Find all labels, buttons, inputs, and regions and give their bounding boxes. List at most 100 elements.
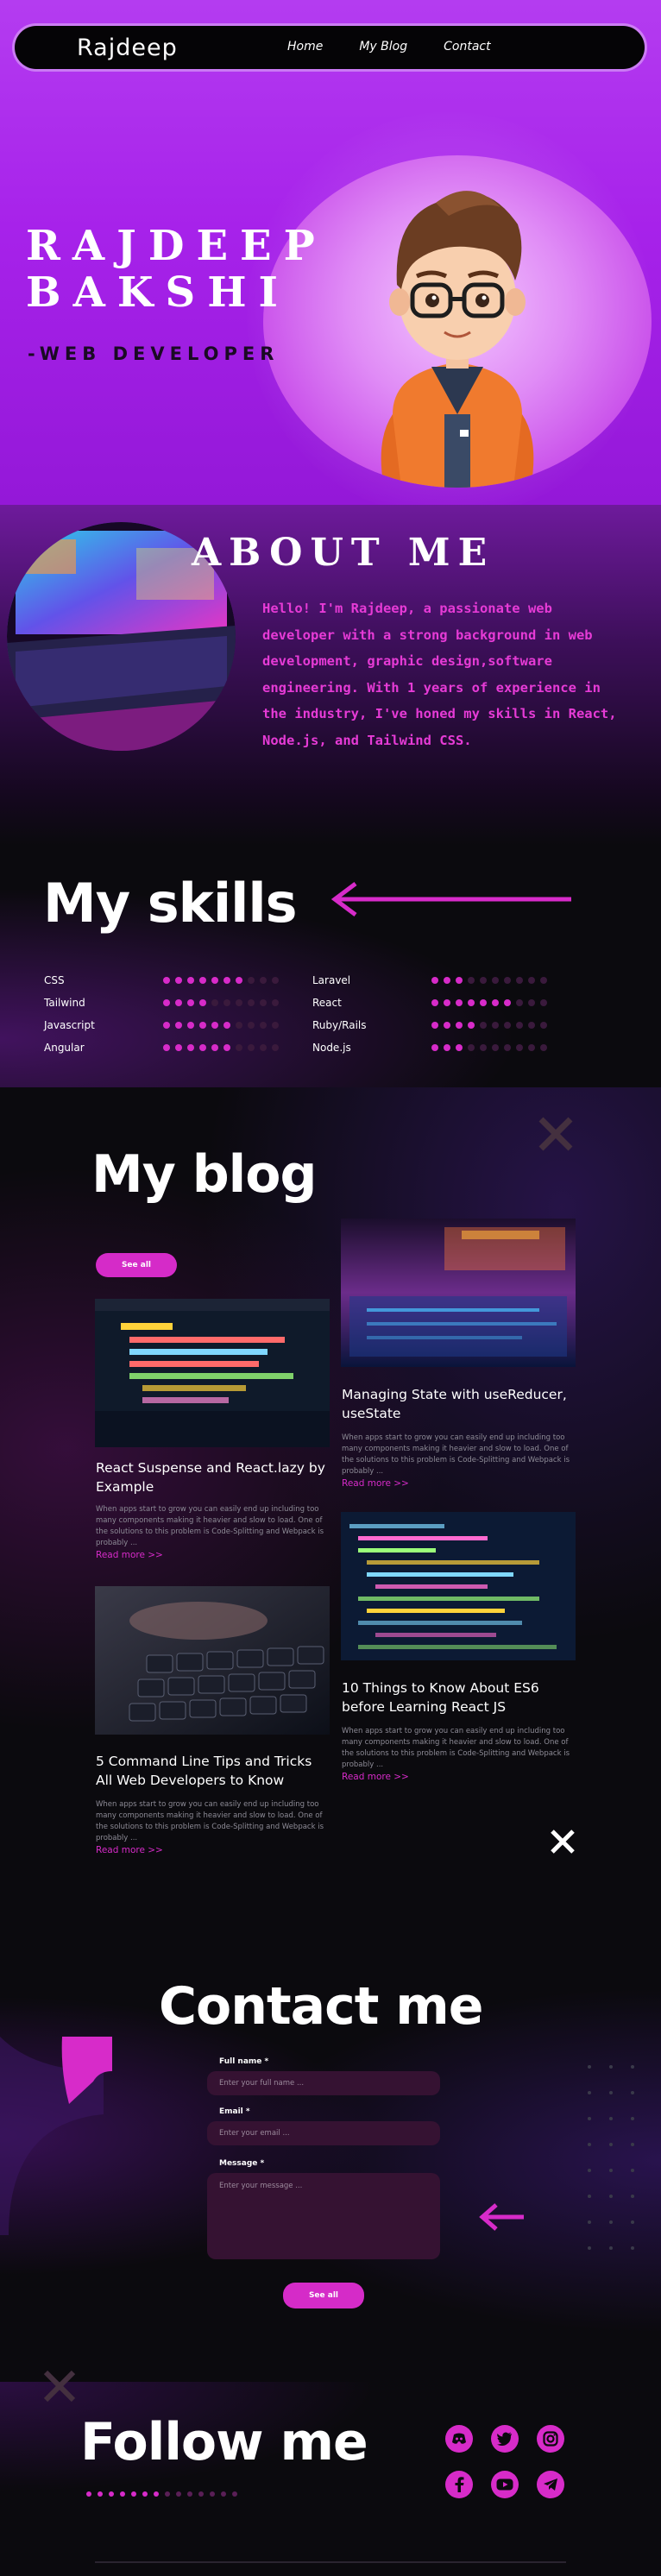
skill-dot	[444, 999, 450, 1006]
skill-dot	[223, 977, 230, 984]
skill-dot	[504, 1022, 511, 1029]
skill-dot	[468, 977, 475, 984]
read-more-link-managing-state[interactable]: Read more >>	[342, 1478, 409, 1489]
skill-level-dots	[163, 1044, 279, 1051]
skill-dot	[211, 1044, 218, 1051]
post-title-react-suspense[interactable]: React Suspense and React.lazy by Example	[96, 1458, 330, 1496]
nav-link-home[interactable]: Home	[287, 40, 323, 54]
skill-label: Ruby/Rails	[312, 1019, 367, 1031]
skill-dot	[456, 1044, 463, 1051]
close-icon-white	[551, 1830, 575, 1854]
discord-icon[interactable]	[445, 2425, 473, 2453]
read-more-link-es6[interactable]: Read more >>	[342, 1772, 409, 1782]
post-image-command-line[interactable]	[95, 1586, 330, 1735]
skill-dot	[260, 977, 267, 984]
dot-grid-pattern	[588, 2065, 634, 2250]
skill-level-dots	[163, 1022, 279, 1029]
skill-row: Ruby/Rails	[312, 1018, 547, 1032]
skill-row: Javascript	[44, 1018, 279, 1032]
skill-dot	[468, 999, 475, 1006]
decorative-arc-shape	[0, 2037, 112, 2235]
skill-dot	[272, 999, 279, 1006]
skill-dot	[199, 1022, 206, 1029]
skill-level-dots	[431, 1044, 547, 1051]
skill-dot	[248, 999, 255, 1006]
post-image-managing-state[interactable]	[341, 1219, 576, 1367]
facebook-icon[interactable]	[445, 2471, 473, 2498]
brand-logo[interactable]: Rajdeep	[77, 35, 178, 61]
youtube-icon[interactable]	[491, 2471, 519, 2498]
skill-dot	[187, 1022, 194, 1029]
twitter-icon[interactable]	[491, 2425, 519, 2453]
nav-link-contact[interactable]: Contact	[444, 40, 490, 54]
skill-dot	[260, 999, 267, 1006]
skill-dot	[480, 1022, 487, 1029]
skill-dot	[444, 977, 450, 984]
see-all-button[interactable]: See all	[96, 1253, 177, 1277]
submit-button[interactable]: See all	[283, 2283, 364, 2308]
skill-dot	[468, 1044, 475, 1051]
post-excerpt-react-suspense: When apps start to grow you can easily e…	[96, 1505, 324, 1547]
skill-dot	[187, 999, 194, 1006]
skill-label: React	[312, 997, 342, 1009]
skill-dot	[236, 977, 242, 984]
skill-row: CSS	[44, 973, 279, 987]
skill-dot	[431, 1044, 438, 1051]
arrow-left-icon	[479, 2203, 524, 2231]
skill-row: React	[312, 996, 547, 1010]
skill-dot	[540, 1022, 547, 1029]
post-image-es6[interactable]	[341, 1512, 576, 1660]
skill-dot	[492, 977, 499, 984]
footer-divider	[95, 2561, 566, 2563]
email-input[interactable]	[207, 2121, 440, 2145]
post-title-managing-state[interactable]: Managing State with useReducer, useState	[342, 1385, 576, 1423]
skill-dot	[504, 999, 511, 1006]
read-more-link-command-line[interactable]: Read more >>	[96, 1845, 163, 1855]
message-input[interactable]	[207, 2173, 440, 2259]
skill-dot	[540, 977, 547, 984]
skill-dot	[236, 1044, 242, 1051]
skill-level-dots	[431, 1022, 547, 1029]
skill-dot	[248, 1044, 255, 1051]
hero-role: -WEB DEVELOPER	[28, 343, 280, 364]
instagram-icon[interactable]	[537, 2425, 564, 2453]
post-image-react-suspense[interactable]	[95, 1299, 330, 1447]
skill-dot	[236, 1022, 242, 1029]
navbar: Rajdeep Home My Blog Contact	[15, 26, 645, 69]
nav-link-my-blog[interactable]: My Blog	[359, 40, 407, 54]
skill-dot	[456, 999, 463, 1006]
skill-dot	[480, 977, 487, 984]
hero-name: RAJDEEP BAKSHI	[26, 223, 327, 316]
hero-name-line1: RAJDEEP	[26, 222, 327, 270]
about-title: ABOUT ME	[192, 531, 495, 575]
skill-dot	[456, 1022, 463, 1029]
skill-dot	[175, 977, 182, 984]
email-label: Email *	[219, 2107, 250, 2116]
full-name-input[interactable]	[207, 2071, 440, 2095]
skill-dot	[540, 1044, 547, 1051]
close-icon	[43, 2370, 76, 2403]
skill-dot	[516, 999, 523, 1006]
skill-dot	[516, 977, 523, 984]
skill-dot	[492, 1022, 499, 1029]
skill-label: Javascript	[44, 1019, 95, 1031]
skill-dot	[260, 1044, 267, 1051]
follow-title: Follow me	[80, 2412, 368, 2472]
skill-label: Angular	[44, 1042, 85, 1054]
post-title-es6[interactable]: 10 Things to Know About ES6 before Learn…	[342, 1678, 576, 1716]
skill-level-dots	[163, 999, 279, 1006]
post-title-command-line[interactable]: 5 Command Line Tips and Tricks All Web D…	[96, 1752, 330, 1790]
read-more-link-react-suspense[interactable]: Read more >>	[96, 1550, 163, 1560]
skill-level-dots	[431, 999, 547, 1006]
hero-section: Rajdeep Home My Blog Contact RAJDEEP BAK…	[0, 0, 661, 518]
skill-dot	[492, 999, 499, 1006]
telegram-icon[interactable]	[537, 2471, 564, 2498]
skill-dot	[540, 999, 547, 1006]
skill-dot	[528, 999, 535, 1006]
close-icon	[538, 1117, 573, 1151]
follow-section: Follow me	[0, 2370, 661, 2576]
post-excerpt-es6: When apps start to grow you can easily e…	[342, 1727, 570, 1769]
skill-dot	[175, 1022, 182, 1029]
skill-row: Tailwind	[44, 996, 279, 1010]
skill-dot	[260, 1022, 267, 1029]
